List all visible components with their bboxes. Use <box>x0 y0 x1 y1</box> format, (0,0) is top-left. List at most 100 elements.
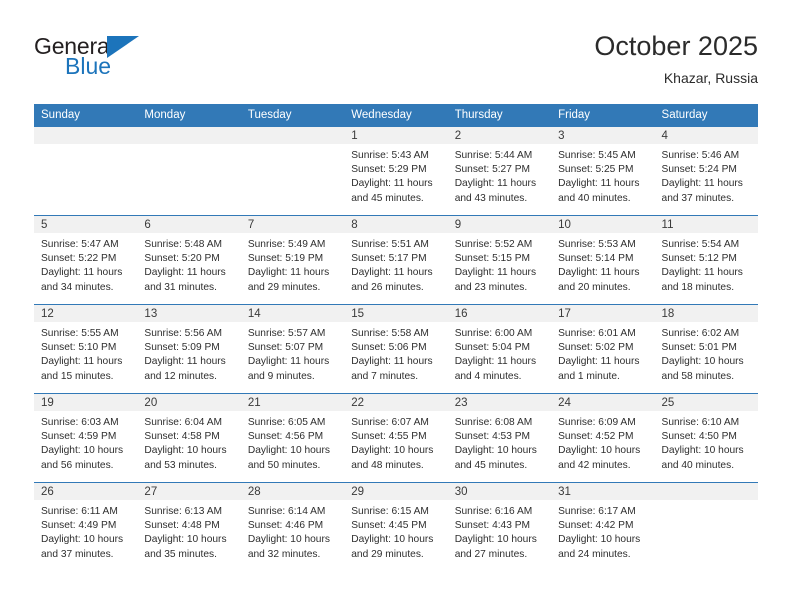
day-detail-line: Sunset: 4:48 PM <box>144 520 220 532</box>
day-detail-line: and 18 minutes. <box>661 281 735 293</box>
calendar-day-cell[interactable]: 20 Sunrise: 6:04 AM Sunset: 4:58 PM Dayligh… <box>137 393 241 483</box>
day-detail-line: and 53 minutes. <box>144 459 217 471</box>
calendar-day-cell[interactable]: 16 Sunrise: 6:00 AM Sunset: 5:04 PM Dayligh… <box>447 304 552 394</box>
calendar-day-cell[interactable]: 23 Sunrise: 6:08 AM Sunset: 4:53 PM Dayligh… <box>447 393 552 483</box>
calendar-day-cell[interactable]: 18 Sunrise: 6:02 AM Sunset: 5:01 PM Dayligh… <box>654 304 758 394</box>
calendar-day-cell[interactable]: 31 Sunrise: 6:17 AM Sunset: 4:42 PM Dayligh… <box>551 482 655 572</box>
day-details: Sunrise: 5:43 AM Sunset: 5:29 PM Daylight:… <box>344 144 447 206</box>
calendar-day-cell[interactable]: 5 Sunrise: 5:47 AM Sunset: 5:22 PM Daylight… <box>34 215 138 305</box>
day-number: 11 <box>654 216 758 233</box>
calendar-day-cell[interactable]: 22 Sunrise: 6:07 AM Sunset: 4:55 PM Dayligh… <box>344 393 448 483</box>
day-detail-line: Daylight: 10 hours <box>351 445 434 457</box>
day-detail-line: Daylight: 10 hours <box>661 356 744 368</box>
calendar-day-cell[interactable]: 28 Sunrise: 6:14 AM Sunset: 4:46 PM Dayligh… <box>240 482 345 572</box>
day-number <box>240 127 345 144</box>
weekday-header-cell: Thursday <box>447 104 552 127</box>
day-number: 24 <box>551 394 655 411</box>
day-detail-line: Sunset: 5:27 PM <box>454 164 531 176</box>
calendar-day-cell[interactable]: 6 Sunrise: 5:48 AM Sunset: 5:20 PM Daylight… <box>137 215 241 305</box>
day-details <box>655 500 758 505</box>
weekday-header-cell: Sunday <box>34 104 138 127</box>
day-detail-line: Daylight: 11 hours <box>558 178 640 190</box>
day-detail-line: and 50 minutes. <box>247 459 321 471</box>
day-detail-line: Sunrise: 6:07 AM <box>351 417 429 428</box>
day-detail-line: Sunset: 5:14 PM <box>558 253 634 265</box>
calendar-day-cell[interactable]: 7 Sunrise: 5:49 AM Sunset: 5:19 PM Daylight… <box>240 215 345 305</box>
calendar-day-cell[interactable]: 17 Sunrise: 6:01 AM Sunset: 5:02 PM Dayligh… <box>551 304 655 394</box>
day-detail-line: Sunrise: 6:15 AM <box>351 506 429 517</box>
day-detail-line: and 56 minutes. <box>41 459 114 471</box>
logo-text-blue: Blue <box>65 53 112 79</box>
day-details: Sunrise: 6:09 AM Sunset: 4:52 PM Daylight:… <box>551 411 654 473</box>
day-detail-line: Sunrise: 5:58 AM <box>351 328 429 339</box>
day-detail-line: Sunrise: 5:46 AM <box>661 150 740 161</box>
day-details: Sunrise: 6:15 AM Sunset: 4:45 PM Daylight:… <box>344 500 447 562</box>
day-number: 26 <box>34 483 138 500</box>
calendar-day-cell[interactable]: 3 Sunrise: 5:45 AM Sunset: 5:25 PM Daylight… <box>551 126 655 216</box>
day-detail-line: Daylight: 10 hours <box>661 445 744 457</box>
calendar-day-cell[interactable]: 21 Sunrise: 6:05 AM Sunset: 4:56 PM Dayligh… <box>240 393 345 483</box>
day-detail-line: and 37 minutes. <box>41 548 114 560</box>
day-detail-line: Sunset: 5:20 PM <box>144 253 220 265</box>
day-detail-line: Sunset: 5:01 PM <box>661 342 737 354</box>
calendar-day-cell[interactable]: 27 Sunrise: 6:13 AM Sunset: 4:48 PM Dayligh… <box>137 482 241 572</box>
day-detail-line: Sunrise: 5:51 AM <box>351 239 429 250</box>
day-detail-line: and 31 minutes. <box>144 281 217 293</box>
day-detail-line: Sunset: 5:19 PM <box>247 253 324 265</box>
day-details: Sunrise: 6:02 AM Sunset: 5:01 PM Daylight:… <box>655 322 758 384</box>
day-number: 8 <box>344 216 448 233</box>
day-detail-line: and 24 minutes. <box>558 548 631 560</box>
day-detail-line: and 9 minutes. <box>247 370 315 382</box>
calendar-day-cell-empty <box>240 126 345 216</box>
day-number: 16 <box>447 305 552 322</box>
calendar-day-cell[interactable]: 2 Sunrise: 5:44 AM Sunset: 5:27 PM Daylight… <box>447 126 552 216</box>
day-detail-line: Daylight: 10 hours <box>558 445 641 457</box>
day-detail-line: Daylight: 11 hours <box>247 356 330 368</box>
day-detail-line: Daylight: 11 hours <box>144 267 226 279</box>
calendar-day-cell[interactable]: 24 Sunrise: 6:09 AM Sunset: 4:52 PM Dayligh… <box>551 393 655 483</box>
calendar-day-cell[interactable]: 25 Sunrise: 6:10 AM Sunset: 4:50 PM Dayligh… <box>654 393 758 483</box>
calendar-day-cell[interactable]: 26 Sunrise: 6:11 AM Sunset: 4:49 PM Dayligh… <box>34 482 138 572</box>
day-number: 21 <box>240 394 345 411</box>
day-details: Sunrise: 6:16 AM Sunset: 4:43 PM Daylight:… <box>448 500 551 562</box>
calendar-day-cell[interactable]: 10 Sunrise: 5:53 AM Sunset: 5:14 PM Dayligh… <box>551 215 655 305</box>
day-detail-line: Daylight: 11 hours <box>351 178 433 190</box>
day-detail-line: Sunrise: 6:00 AM <box>454 328 533 339</box>
day-detail-line: Daylight: 11 hours <box>661 267 743 279</box>
day-detail-line: and 43 minutes. <box>454 192 528 204</box>
day-detail-line: Sunrise: 6:01 AM <box>558 328 636 339</box>
calendar-day-cell[interactable]: 15 Sunrise: 5:58 AM Sunset: 5:06 PM Dayligh… <box>344 304 448 394</box>
day-number: 20 <box>137 394 241 411</box>
calendar-week-row: 19 Sunrise: 6:03 AM Sunset: 4:59 PM Dayligh… <box>34 393 758 483</box>
day-detail-line: and 35 minutes. <box>144 548 217 560</box>
calendar-week-row: 1 Sunrise: 5:43 AM Sunset: 5:29 PM Daylight… <box>34 126 758 216</box>
calendar-day-cell[interactable]: 13 Sunrise: 5:56 AM Sunset: 5:09 PM Dayligh… <box>137 304 241 394</box>
calendar-day-cell[interactable]: 4 Sunrise: 5:46 AM Sunset: 5:24 PM Daylight… <box>654 126 758 216</box>
day-detail-line: Sunrise: 5:48 AM <box>144 239 223 250</box>
calendar-day-cell[interactable]: 9 Sunrise: 5:52 AM Sunset: 5:15 PM Daylight… <box>447 215 552 305</box>
calendar-day-cell[interactable]: 29 Sunrise: 6:15 AM Sunset: 4:45 PM Dayligh… <box>344 482 448 572</box>
general-blue-logo[interactable]: General Blue <box>34 30 146 79</box>
calendar-day-cell[interactable]: 1 Sunrise: 5:43 AM Sunset: 5:29 PM Daylight… <box>344 126 448 216</box>
day-detail-line: Daylight: 11 hours <box>351 267 433 279</box>
day-detail-line: Sunrise: 5:43 AM <box>351 150 429 161</box>
day-detail-line: Sunrise: 6:03 AM <box>41 417 119 428</box>
day-details: Sunrise: 6:11 AM Sunset: 4:49 PM Daylight:… <box>34 500 137 562</box>
calendar-day-cell[interactable]: 19 Sunrise: 6:03 AM Sunset: 4:59 PM Dayligh… <box>34 393 138 483</box>
day-detail-line: Daylight: 11 hours <box>661 178 743 190</box>
day-detail-line: and 7 minutes. <box>351 370 419 382</box>
day-details: Sunrise: 5:49 AM Sunset: 5:19 PM Daylight:… <box>241 233 344 295</box>
day-detail-line: and 23 minutes. <box>454 281 528 293</box>
day-detail-line: Sunrise: 6:13 AM <box>144 506 223 517</box>
calendar-day-cell[interactable]: 8 Sunrise: 5:51 AM Sunset: 5:17 PM Daylight… <box>344 215 448 305</box>
calendar-day-cell[interactable]: 11 Sunrise: 5:54 AM Sunset: 5:12 PM Dayligh… <box>654 215 758 305</box>
calendar-day-cell[interactable]: 30 Sunrise: 6:16 AM Sunset: 4:43 PM Dayligh… <box>447 482 552 572</box>
day-number <box>34 127 138 144</box>
calendar-day-cell[interactable]: 14 Sunrise: 5:57 AM Sunset: 5:07 PM Dayligh… <box>240 304 345 394</box>
day-detail-line: Sunrise: 6:08 AM <box>454 417 533 428</box>
day-number: 22 <box>344 394 448 411</box>
day-detail-line: Sunrise: 5:49 AM <box>247 239 326 250</box>
day-details: Sunrise: 6:01 AM Sunset: 5:02 PM Daylight:… <box>551 322 654 384</box>
calendar-day-cell[interactable]: 12 Sunrise: 5:55 AM Sunset: 5:10 PM Dayligh… <box>34 304 138 394</box>
day-number: 28 <box>240 483 345 500</box>
